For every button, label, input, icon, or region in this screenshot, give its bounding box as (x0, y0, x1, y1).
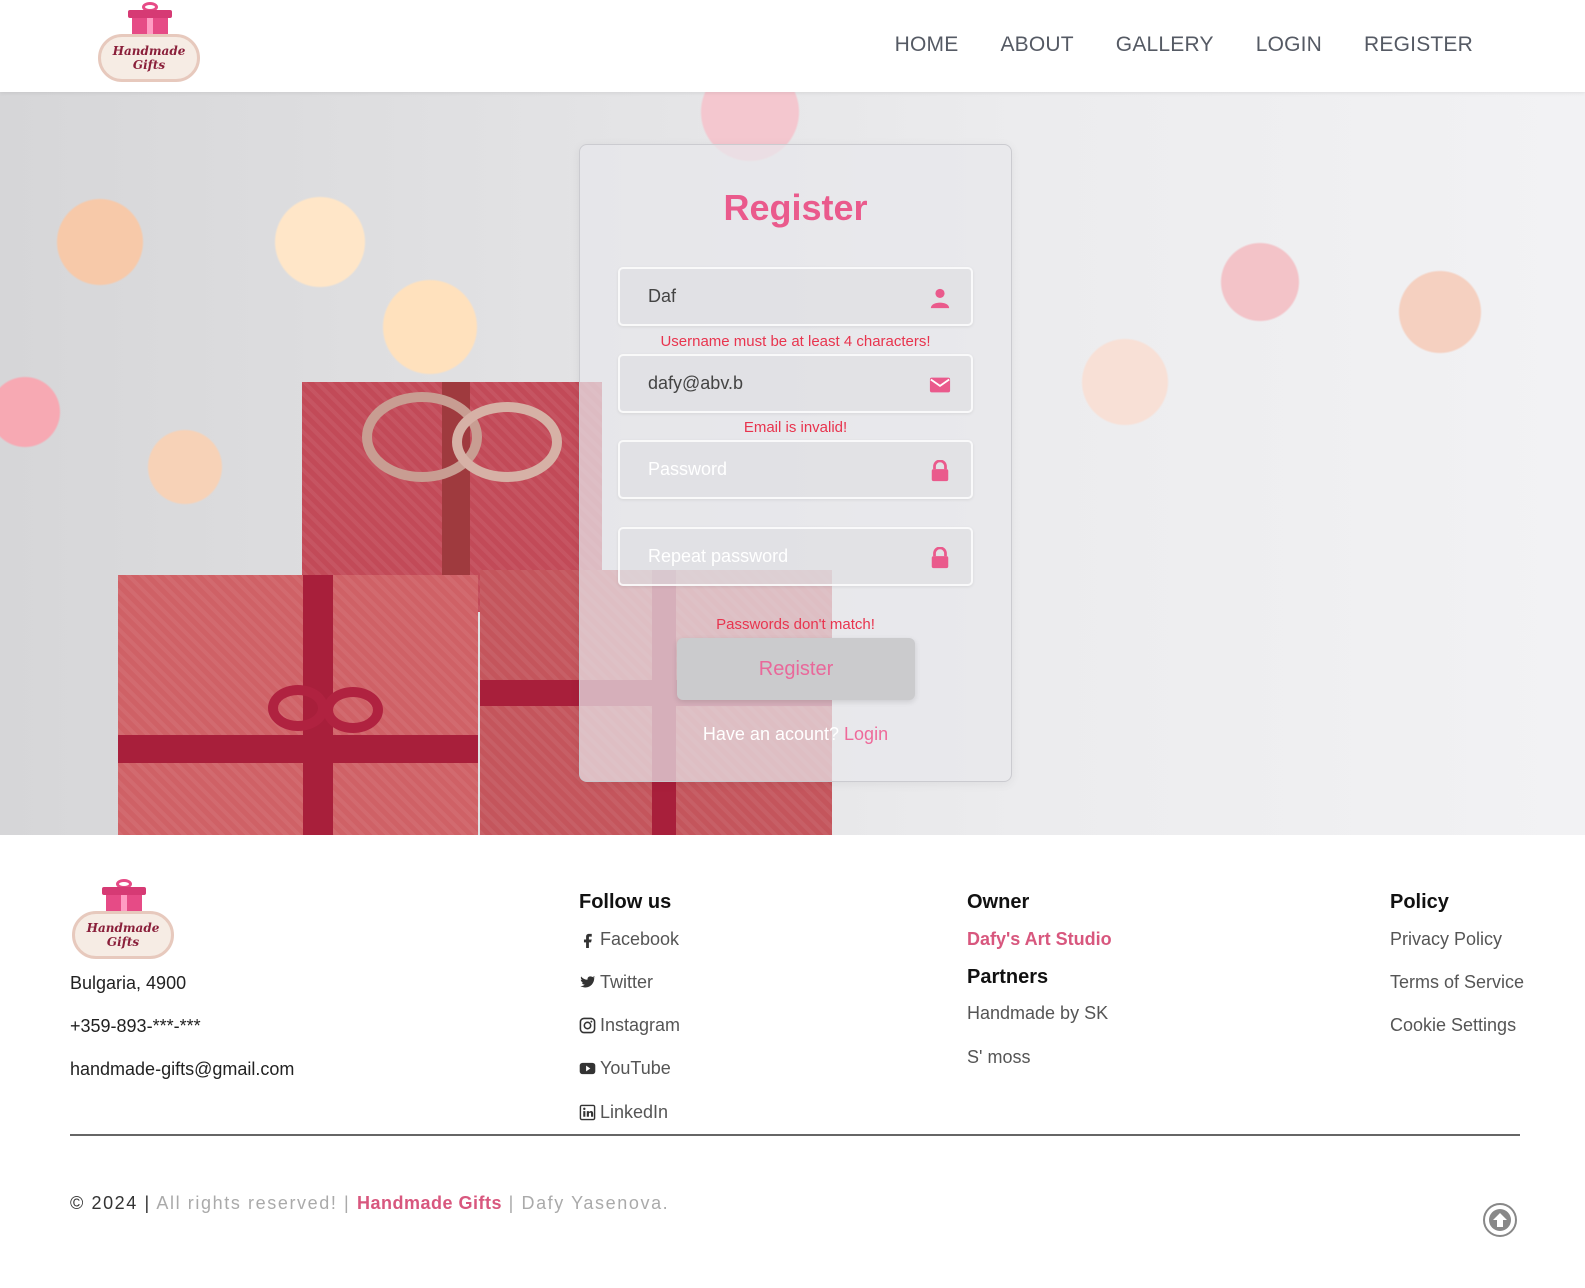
repeat-password-input[interactable] (620, 529, 971, 584)
user-icon (930, 288, 950, 309)
email-error: Email is invalid! (743, 419, 848, 436)
footer-divider (70, 1134, 1520, 1136)
footer-phone: +359-893-***-*** (70, 1016, 201, 1036)
twitter-icon (580, 976, 596, 988)
gift-lid-icon (128, 10, 172, 18)
logo-plaque: Handmade Gifts (72, 911, 174, 959)
email-input[interactable] (620, 356, 971, 411)
copyright-brand-link[interactable]: Handmade Gifts (357, 1193, 502, 1213)
copyright-rights: All rights reserved! | (156, 1193, 351, 1213)
linkedin-label: LinkedIn (600, 1102, 669, 1122)
instagram-label: Instagram (600, 1015, 681, 1035)
have-account-text: Have an acount? Login (580, 724, 1011, 745)
site-footer: Handmade Gifts Bulgaria, 4900 +359-893-*… (0, 835, 1585, 1288)
partners-title: Partners (967, 966, 1049, 988)
register-card: Register Username must be at least 4 cha… (579, 144, 1012, 782)
youtube-label: YouTube (600, 1058, 671, 1078)
gift-lid-icon (102, 887, 146, 895)
twitter-label: Twitter (600, 972, 654, 992)
twitter-link[interactable]: Twitter (579, 972, 653, 993)
scroll-to-top-button[interactable] (1483, 1203, 1517, 1237)
have-account-label: Have an acount? (702, 724, 840, 744)
policy-title: Policy (1390, 891, 1449, 913)
nav-about[interactable]: ABOUT (1000, 33, 1073, 57)
logo-text-line2: Gifts (132, 58, 166, 72)
username-error: Username must be at least 4 characters! (660, 333, 931, 350)
footer-logo[interactable]: Handmade Gifts (70, 879, 178, 963)
password-input[interactable] (620, 442, 971, 497)
logo-plaque: Handmade Gifts (98, 34, 200, 82)
main-nav: HOME ABOUT GALLERY LOGIN REGISTER (895, 33, 1473, 57)
copyright-year: © 2024 | (70, 1193, 151, 1213)
password-field[interactable] (618, 440, 973, 499)
instagram-link[interactable]: Instagram (579, 1015, 680, 1036)
footer-email[interactable]: handmade-gifts@gmail.com (70, 1059, 294, 1080)
lock-icon (931, 547, 949, 569)
envelope-icon (929, 377, 951, 393)
nav-login[interactable]: LOGIN (1256, 33, 1322, 57)
facebook-link[interactable]: Facebook (579, 929, 679, 950)
logo-text-line2: Gifts (106, 935, 140, 949)
username-field[interactable] (618, 267, 973, 326)
email-field[interactable] (618, 354, 973, 413)
password-error: Passwords don't match! (716, 616, 875, 633)
register-button[interactable]: Register (677, 638, 915, 700)
username-input[interactable] (620, 269, 971, 324)
logo[interactable]: Handmade Gifts (96, 2, 204, 86)
owner-title: Owner (967, 891, 1030, 913)
lock-icon (931, 460, 949, 482)
partner-s-moss[interactable]: S' moss (967, 1047, 1030, 1068)
repeat-password-field[interactable] (618, 527, 973, 586)
nav-register[interactable]: REGISTER (1364, 33, 1473, 57)
copyright: © 2024 | All rights reserved! | Handmade… (70, 1193, 669, 1214)
facebook-label: Facebook (600, 929, 680, 949)
nav-gallery[interactable]: GALLERY (1116, 33, 1214, 57)
partner-handmade-by-sk[interactable]: Handmade by SK (967, 1003, 1108, 1024)
cookie-settings-link[interactable]: Cookie Settings (1390, 1015, 1516, 1036)
page-title: Register (723, 187, 868, 228)
facebook-icon (583, 933, 592, 948)
footer-address: Bulgaria, 4900 (70, 973, 187, 993)
youtube-icon (579, 1062, 596, 1075)
youtube-link[interactable]: YouTube (579, 1058, 671, 1079)
follow-us-title: Follow us (579, 891, 672, 913)
terms-of-service-link[interactable]: Terms of Service (1390, 972, 1524, 993)
logo-text-line1: Handmade (86, 921, 160, 935)
owner-link[interactable]: Dafy's Art Studio (967, 929, 1112, 950)
linkedin-icon (579, 1104, 596, 1121)
hero-background: Register Username must be at least 4 cha… (0, 92, 1585, 835)
gift-image-front (118, 575, 478, 835)
arrow-up-icon (1489, 1209, 1511, 1231)
copyright-author: | Dafy Yasenova. (508, 1193, 670, 1213)
site-header: Handmade Gifts HOME ABOUT GALLERY LOGIN … (0, 0, 1585, 92)
nav-home[interactable]: HOME (895, 33, 959, 57)
privacy-policy-link[interactable]: Privacy Policy (1390, 929, 1502, 950)
logo-text-line1: Handmade (112, 44, 186, 58)
login-link[interactable]: Login (844, 724, 888, 744)
instagram-icon (579, 1017, 596, 1034)
linkedin-link[interactable]: LinkedIn (579, 1102, 668, 1123)
